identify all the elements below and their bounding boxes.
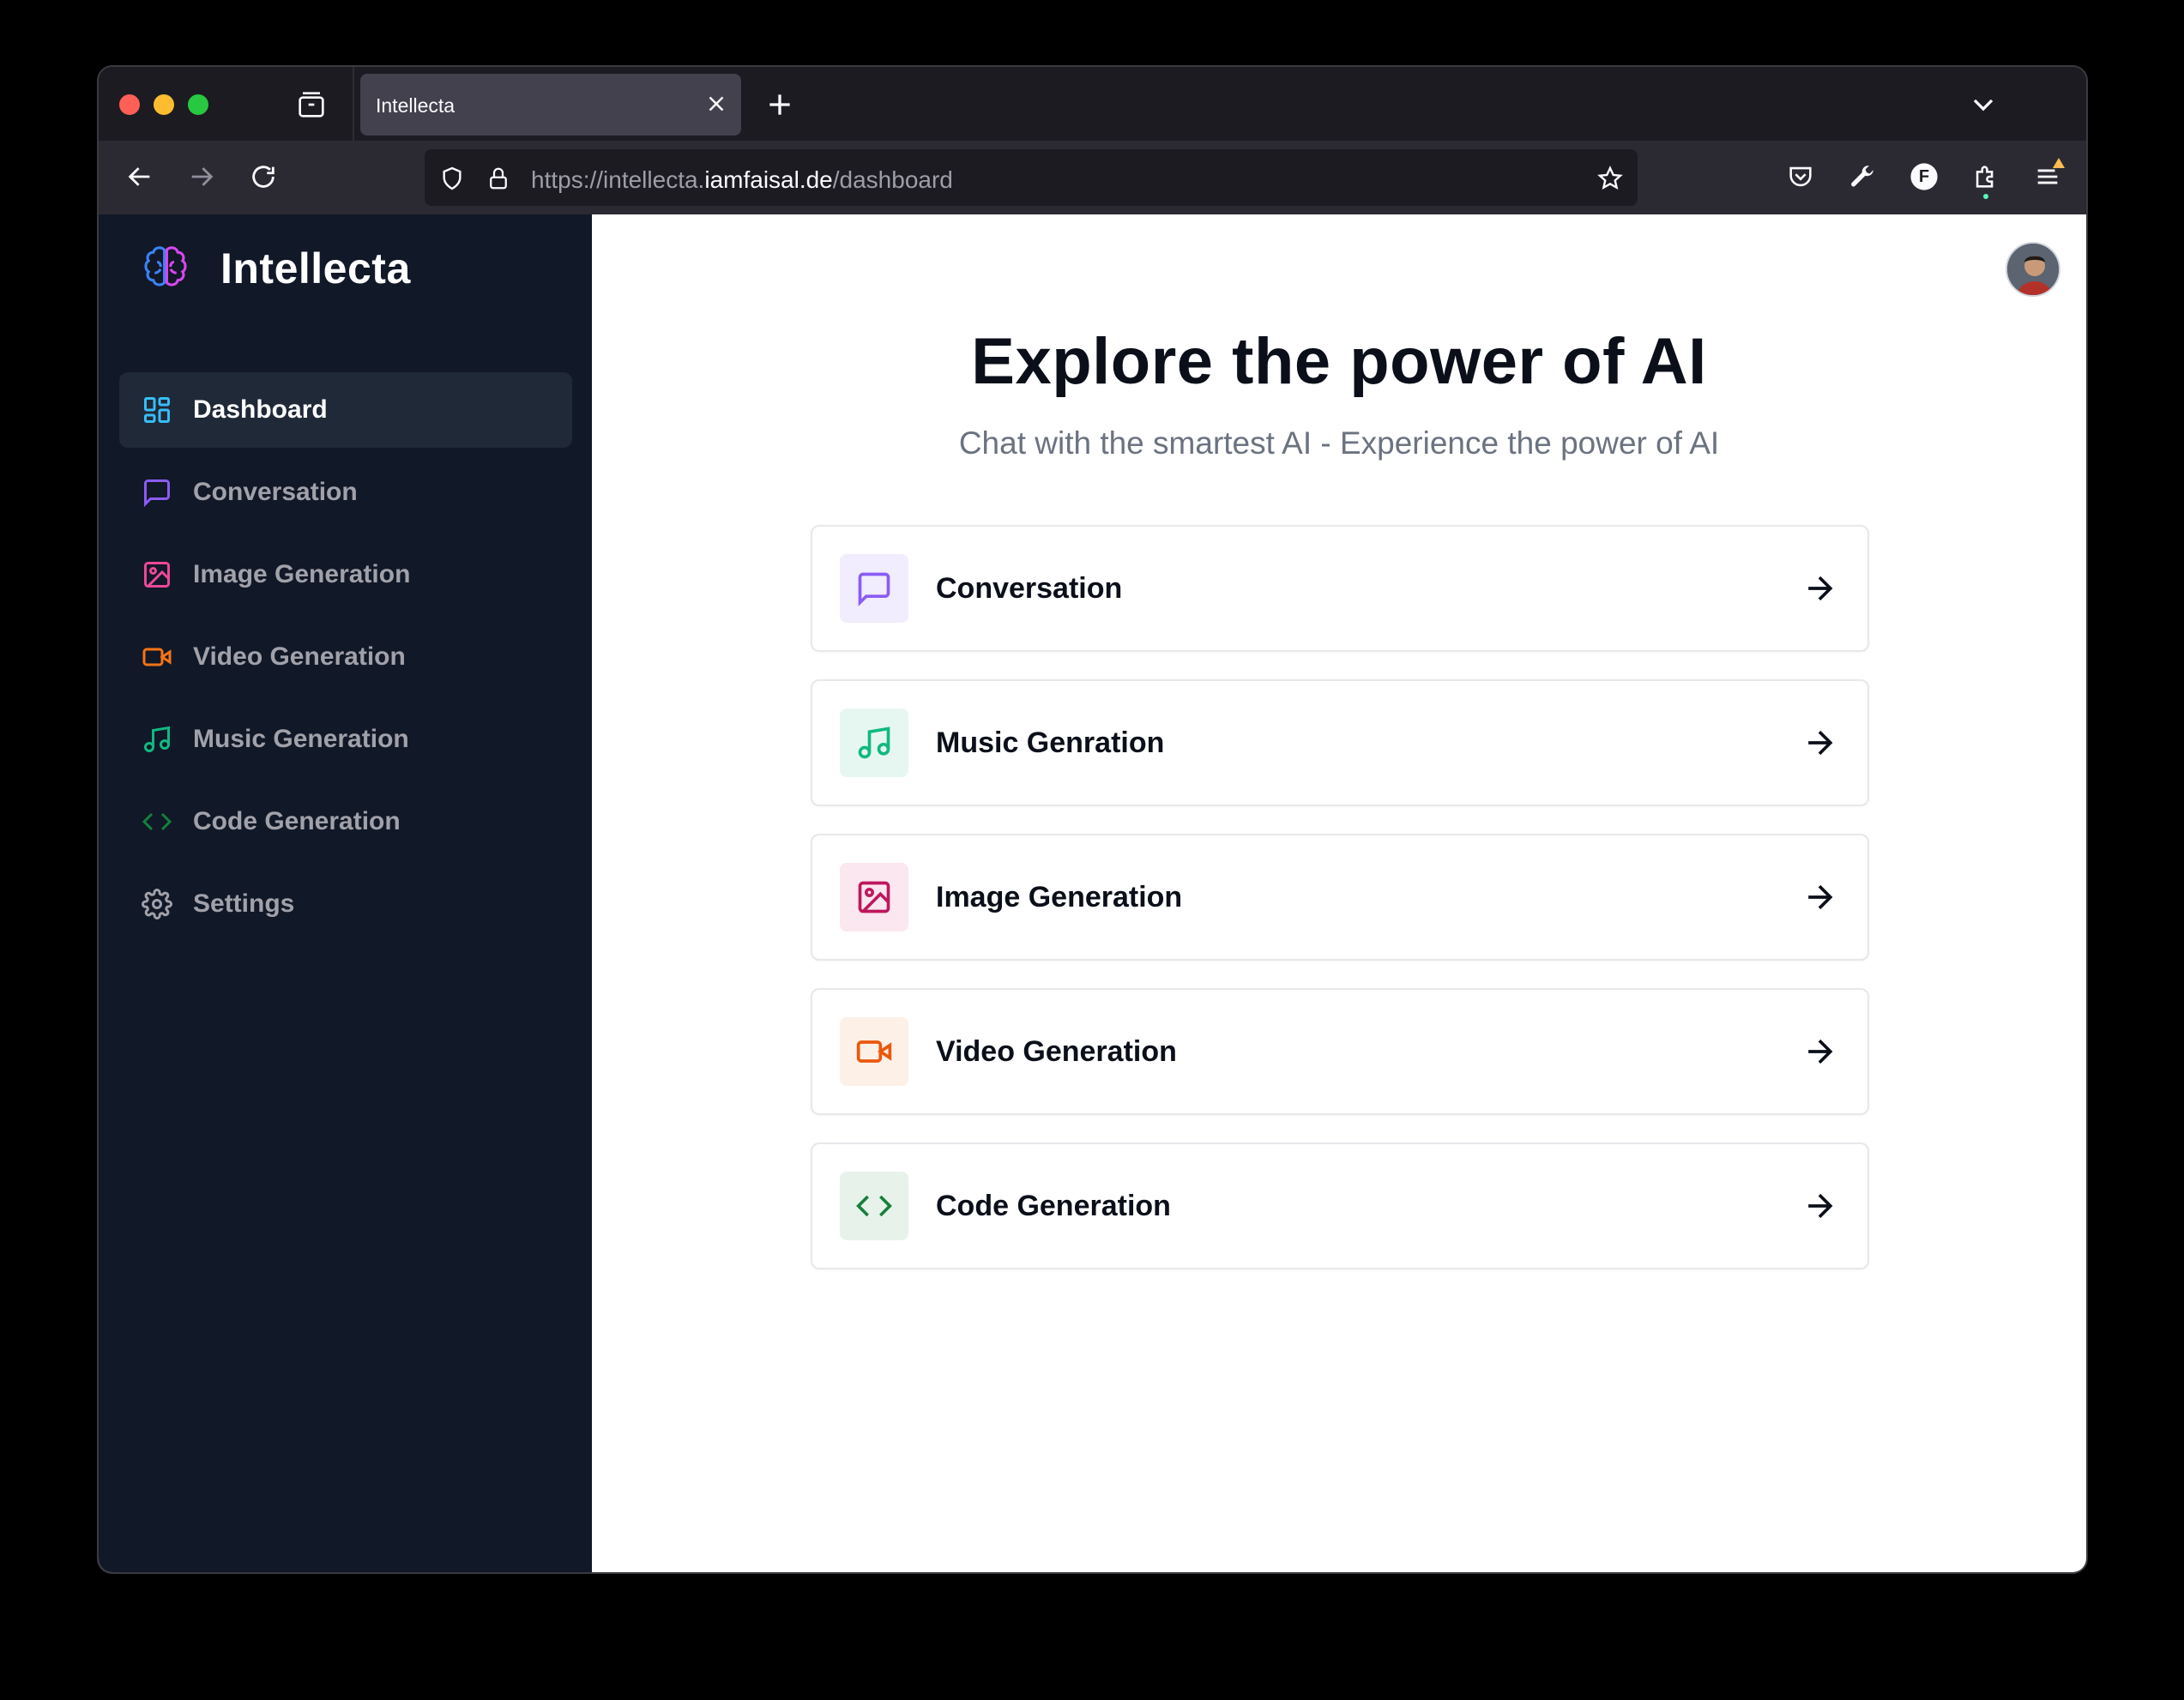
- sidebar-item-image-generation[interactable]: Image Generation: [119, 537, 572, 612]
- page: Intellecta Dashboard Conversation Image …: [99, 214, 2086, 1572]
- nav-bar: https://intellecta.iamfaisal.de/dashboar…: [99, 141, 2086, 214]
- new-tab-plus-icon[interactable]: [763, 87, 797, 122]
- music-icon: [140, 722, 174, 757]
- shield-icon[interactable]: [437, 163, 468, 194]
- arrow-right-icon: [1808, 1193, 1833, 1219]
- profile-initial: F: [1918, 166, 1930, 186]
- profile-icon[interactable]: F: [1905, 158, 1943, 196]
- video-icon: [140, 640, 174, 674]
- card-label: Video Generation: [936, 1034, 1177, 1068]
- chevron-down-icon[interactable]: [1966, 87, 2000, 122]
- tab-groups-icon[interactable]: [294, 87, 329, 122]
- sidebar-item-label: Image Generation: [193, 560, 411, 588]
- tab-title: Intellecta: [376, 94, 456, 117]
- url-bar[interactable]: https://intellecta.iamfaisal.de/dashboar…: [425, 149, 1638, 206]
- url-text[interactable]: https://intellecta.iamfaisal.de/dashboar…: [531, 166, 953, 194]
- pocket-icon[interactable]: [1782, 158, 1819, 196]
- arrow-right-icon: [1808, 1039, 1833, 1064]
- arrow-right-icon: [1808, 576, 1833, 601]
- browser-window: Intellecta https://intellecta.iamfaisal.…: [97, 65, 2088, 1574]
- lock-icon[interactable]: [483, 163, 514, 194]
- user-avatar[interactable]: [2006, 242, 2060, 297]
- sidebar-item-conversation[interactable]: Conversation: [119, 455, 572, 530]
- sidebar-item-label: Music Generation: [193, 725, 409, 753]
- sidebar-item-video-generation[interactable]: Video Generation: [119, 619, 572, 695]
- url-prefix: https://intellecta.: [531, 166, 705, 193]
- card-label: Conversation: [936, 571, 1123, 605]
- page-title: Explore the power of AI: [971, 325, 1707, 398]
- sidebar-item-label: Dashboard: [193, 395, 328, 424]
- star-bookmark-icon[interactable]: [1595, 163, 1626, 194]
- card-conversation[interactable]: Conversation: [811, 525, 1869, 652]
- close-window-button[interactable]: [119, 94, 140, 115]
- wrench-icon[interactable]: [1843, 158, 1881, 196]
- tab-separator: [353, 67, 354, 141]
- brain-logo-icon: [136, 240, 195, 298]
- close-icon[interactable]: [703, 91, 729, 117]
- sidebar-item-label: Video Generation: [193, 642, 406, 671]
- message-square-icon: [840, 554, 908, 623]
- video-icon: [840, 1017, 908, 1086]
- page-subtitle: Chat with the smartest AI - Experience t…: [958, 425, 1720, 461]
- sidebar-item-music-generation[interactable]: Music Generation: [119, 702, 572, 777]
- sidebar-item-settings[interactable]: Settings: [119, 866, 572, 942]
- card-label: Image Generation: [936, 880, 1183, 913]
- image-icon: [140, 558, 174, 592]
- reload-icon[interactable]: [244, 158, 282, 196]
- arrow-right-icon: [1808, 730, 1833, 756]
- sidebar-item-label: Code Generation: [193, 807, 401, 835]
- minimize-window-button[interactable]: [154, 94, 174, 115]
- card-label: Music Genration: [936, 726, 1165, 759]
- sidebar-item-code-generation[interactable]: Code Generation: [119, 784, 572, 859]
- brand-name: Intellecta: [220, 244, 411, 292]
- maximize-window-button[interactable]: [188, 94, 208, 115]
- dashboard-icon: [140, 393, 174, 427]
- sidebar-item-label: Settings: [193, 889, 295, 918]
- sidebar-item-label: Conversation: [193, 478, 358, 506]
- card-music-generation[interactable]: Music Genration: [811, 679, 1869, 806]
- card-video-generation[interactable]: Video Generation: [811, 988, 1869, 1115]
- forward-arrow-icon[interactable]: [183, 158, 220, 196]
- message-square-icon: [140, 475, 174, 509]
- tab-strip: Intellecta: [99, 67, 2086, 141]
- image-icon: [840, 863, 908, 931]
- url-host: iamfaisal.de: [704, 166, 833, 193]
- tab-intellecta[interactable]: Intellecta: [360, 74, 741, 136]
- code-icon: [840, 1172, 908, 1240]
- url-path: /dashboard: [832, 166, 953, 193]
- card-code-generation[interactable]: Code Generation: [811, 1142, 1869, 1269]
- sidebar: Intellecta Dashboard Conversation Image …: [99, 214, 592, 1572]
- music-icon: [840, 708, 908, 777]
- card-image-generation[interactable]: Image Generation: [811, 834, 1869, 961]
- back-arrow-icon[interactable]: [121, 158, 159, 196]
- arrow-right-icon: [1808, 884, 1833, 910]
- code-icon: [140, 805, 174, 839]
- extensions-puzzle-icon[interactable]: [1967, 158, 2005, 199]
- settings-icon: [140, 887, 174, 921]
- sidebar-item-dashboard[interactable]: Dashboard: [119, 372, 572, 448]
- card-label: Code Generation: [936, 1189, 1171, 1222]
- menu-hamburger-icon[interactable]: [2029, 158, 2066, 196]
